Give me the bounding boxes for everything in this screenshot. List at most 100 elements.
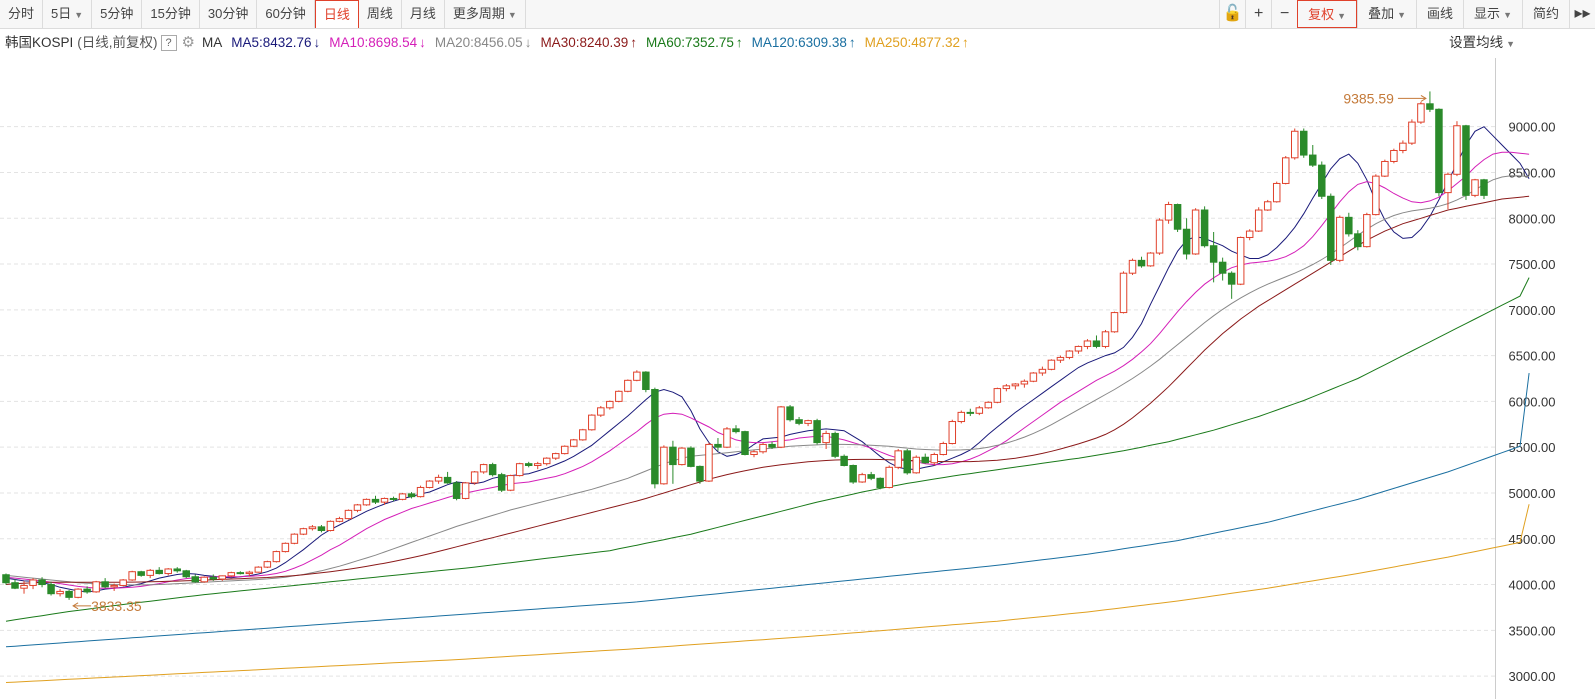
candle-down	[1318, 164, 1326, 197]
zoom-in-icon[interactable]: +	[1245, 0, 1271, 28]
candle-up	[1417, 103, 1425, 123]
lock-icon[interactable]: 🔓	[1219, 0, 1245, 28]
candle-up	[1074, 345, 1083, 352]
tab-period-8[interactable]: 月线	[402, 0, 445, 28]
candle-up	[1020, 380, 1029, 385]
tab-label: 30分钟	[207, 6, 249, 21]
tool-3[interactable]: 复权 ▼	[1297, 0, 1358, 28]
help-icon[interactable]: ?	[160, 35, 177, 51]
candle-down	[1092, 340, 1101, 347]
candle-up	[858, 474, 866, 483]
candle-up	[750, 451, 758, 456]
candle-down	[732, 428, 740, 433]
chevron-down-icon: ▼	[1337, 11, 1347, 21]
tab-period-5[interactable]: 60分钟	[257, 0, 315, 28]
gear-icon[interactable]: ⚙	[182, 31, 195, 55]
fast-forward-icon[interactable]: ▸▸	[1569, 0, 1595, 28]
ma-settings-button[interactable]: 设置均线 ▼	[1449, 31, 1515, 55]
y-tick-label: 5000.00	[1509, 486, 1556, 501]
candle-down	[741, 431, 749, 456]
candle-down	[1209, 245, 1218, 263]
chart-tools: 🔓 + − 复权 ▼ 叠加 ▼ 画线 显示 ▼ 简约 ▸▸	[1219, 0, 1595, 29]
period-tabs: 分时 5日 ▼ 5分钟 15分钟 30分钟 60分钟 日线 周线 月线 更多周期 ▼	[0, 0, 526, 29]
candle-up	[344, 509, 353, 520]
candle-down	[795, 419, 803, 424]
tool-6[interactable]: 显示 ▼	[1463, 0, 1522, 28]
zoom-out-icon[interactable]: −	[1271, 0, 1297, 28]
candle-up	[705, 443, 713, 482]
candle-down	[155, 569, 163, 575]
y-tick-label: 6000.00	[1509, 394, 1556, 409]
candle-up	[353, 504, 362, 511]
candle-down	[1426, 103, 1434, 110]
tab-period-1[interactable]: 5日 ▼	[43, 0, 93, 28]
chart-mode: (日线,前复权)	[77, 35, 158, 50]
y-tick-label: 4000.00	[1509, 578, 1556, 593]
tool-4[interactable]: 叠加 ▼	[1357, 0, 1416, 28]
candle-up	[993, 388, 1002, 403]
tool-label: 复权	[1308, 7, 1335, 22]
candle-down	[840, 455, 848, 466]
tab-period-6[interactable]: 日线	[314, 0, 359, 28]
tab-label: 15分钟	[150, 6, 191, 21]
candle-up	[1408, 121, 1416, 144]
kline-chart[interactable]: 9000.00 8500.00 8000.00 7500.00 7000.00 6500.…	[0, 58, 1595, 699]
index-name: 韩国KOSPI	[5, 35, 74, 50]
candle-up	[561, 445, 569, 455]
tool-7[interactable]: 简约	[1521, 0, 1569, 28]
candle-up	[1272, 182, 1281, 203]
arrow-up-icon: ↑	[735, 35, 743, 50]
tab-label: 分时	[8, 6, 35, 21]
candle-up	[164, 568, 172, 575]
candle-down	[317, 526, 326, 532]
ma-items: MA5:8432.76 ↓ MA10:8698.54 ↓ MA20:8456.05 ↓ MA…	[231, 31, 978, 55]
candle-up	[245, 571, 254, 575]
candle-down	[714, 443, 722, 448]
candle-up	[894, 450, 902, 468]
tab-label: 月线	[409, 6, 436, 21]
candle-up	[624, 379, 632, 392]
chevron-down-icon: ▼	[507, 10, 517, 20]
candle-up	[1083, 340, 1092, 347]
candle-up	[281, 542, 290, 553]
tab-label: 周线	[366, 6, 393, 21]
candle-up	[479, 464, 488, 473]
candle-up	[362, 498, 371, 506]
candle-up	[1119, 272, 1128, 314]
tool-label: 显示	[1474, 6, 1501, 21]
candle-down	[11, 582, 19, 589]
candle-up	[110, 584, 118, 588]
candle-down	[1182, 228, 1191, 255]
candle-down	[173, 568, 181, 572]
candle-up	[146, 569, 154, 576]
tool-5[interactable]: 画线	[1416, 0, 1463, 28]
candle-up	[29, 579, 37, 586]
tab-period-7[interactable]: 周线	[359, 0, 402, 28]
candle-down	[813, 420, 821, 444]
candle-up	[606, 400, 614, 409]
ma-settings-label: 设置均线	[1449, 35, 1504, 50]
tab-period-9[interactable]: 更多周期 ▼	[445, 0, 526, 28]
candle-up	[1471, 179, 1479, 196]
candle-up	[885, 466, 893, 488]
tab-period-0[interactable]: 分时	[0, 0, 44, 28]
ma-item: MA20:8456.05 ↓	[435, 31, 532, 55]
candle-up	[218, 575, 227, 580]
tab-period-3[interactable]: 15分钟	[142, 0, 200, 28]
ma-value: MA10:8698.54	[329, 35, 418, 50]
candle-down	[1435, 108, 1443, 194]
tab-period-4[interactable]: 30分钟	[200, 0, 258, 28]
candle-up	[660, 446, 668, 485]
tab-period-2[interactable]: 5分钟	[92, 0, 143, 28]
ma-value: MA5:8432.76	[231, 35, 312, 50]
candle-up	[759, 443, 767, 453]
candle-up	[1290, 130, 1299, 159]
candle-up	[1453, 125, 1461, 175]
candle-up	[1236, 236, 1245, 285]
candle-down	[524, 463, 533, 466]
series-line-ma120	[5, 373, 1530, 648]
candle-down	[443, 476, 452, 484]
candle-down	[768, 443, 776, 448]
candle-up	[804, 420, 812, 424]
candle-up	[633, 371, 641, 381]
